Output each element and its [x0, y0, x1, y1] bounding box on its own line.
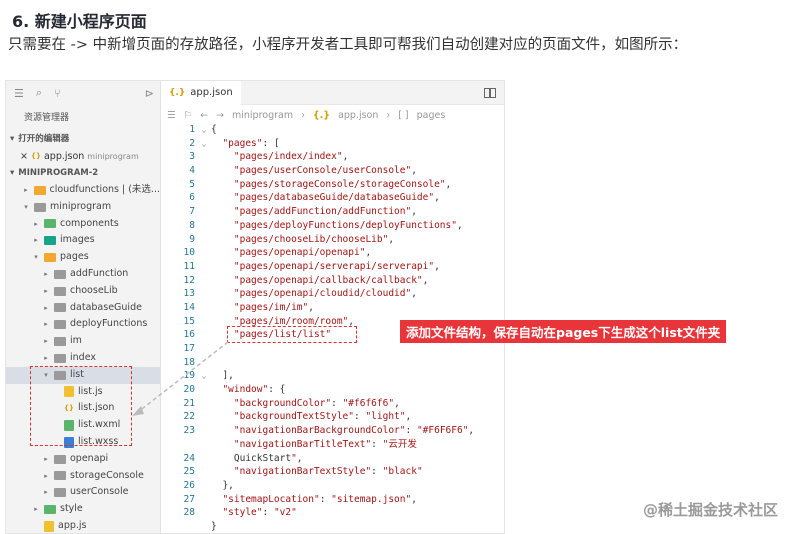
watermark: @稀土掘金技术社区	[642, 501, 778, 519]
annotation-callout: 添加文件结构，保存自动在pages下生成这个list文件夹	[400, 320, 727, 343]
pointer-arrow	[132, 341, 229, 416]
